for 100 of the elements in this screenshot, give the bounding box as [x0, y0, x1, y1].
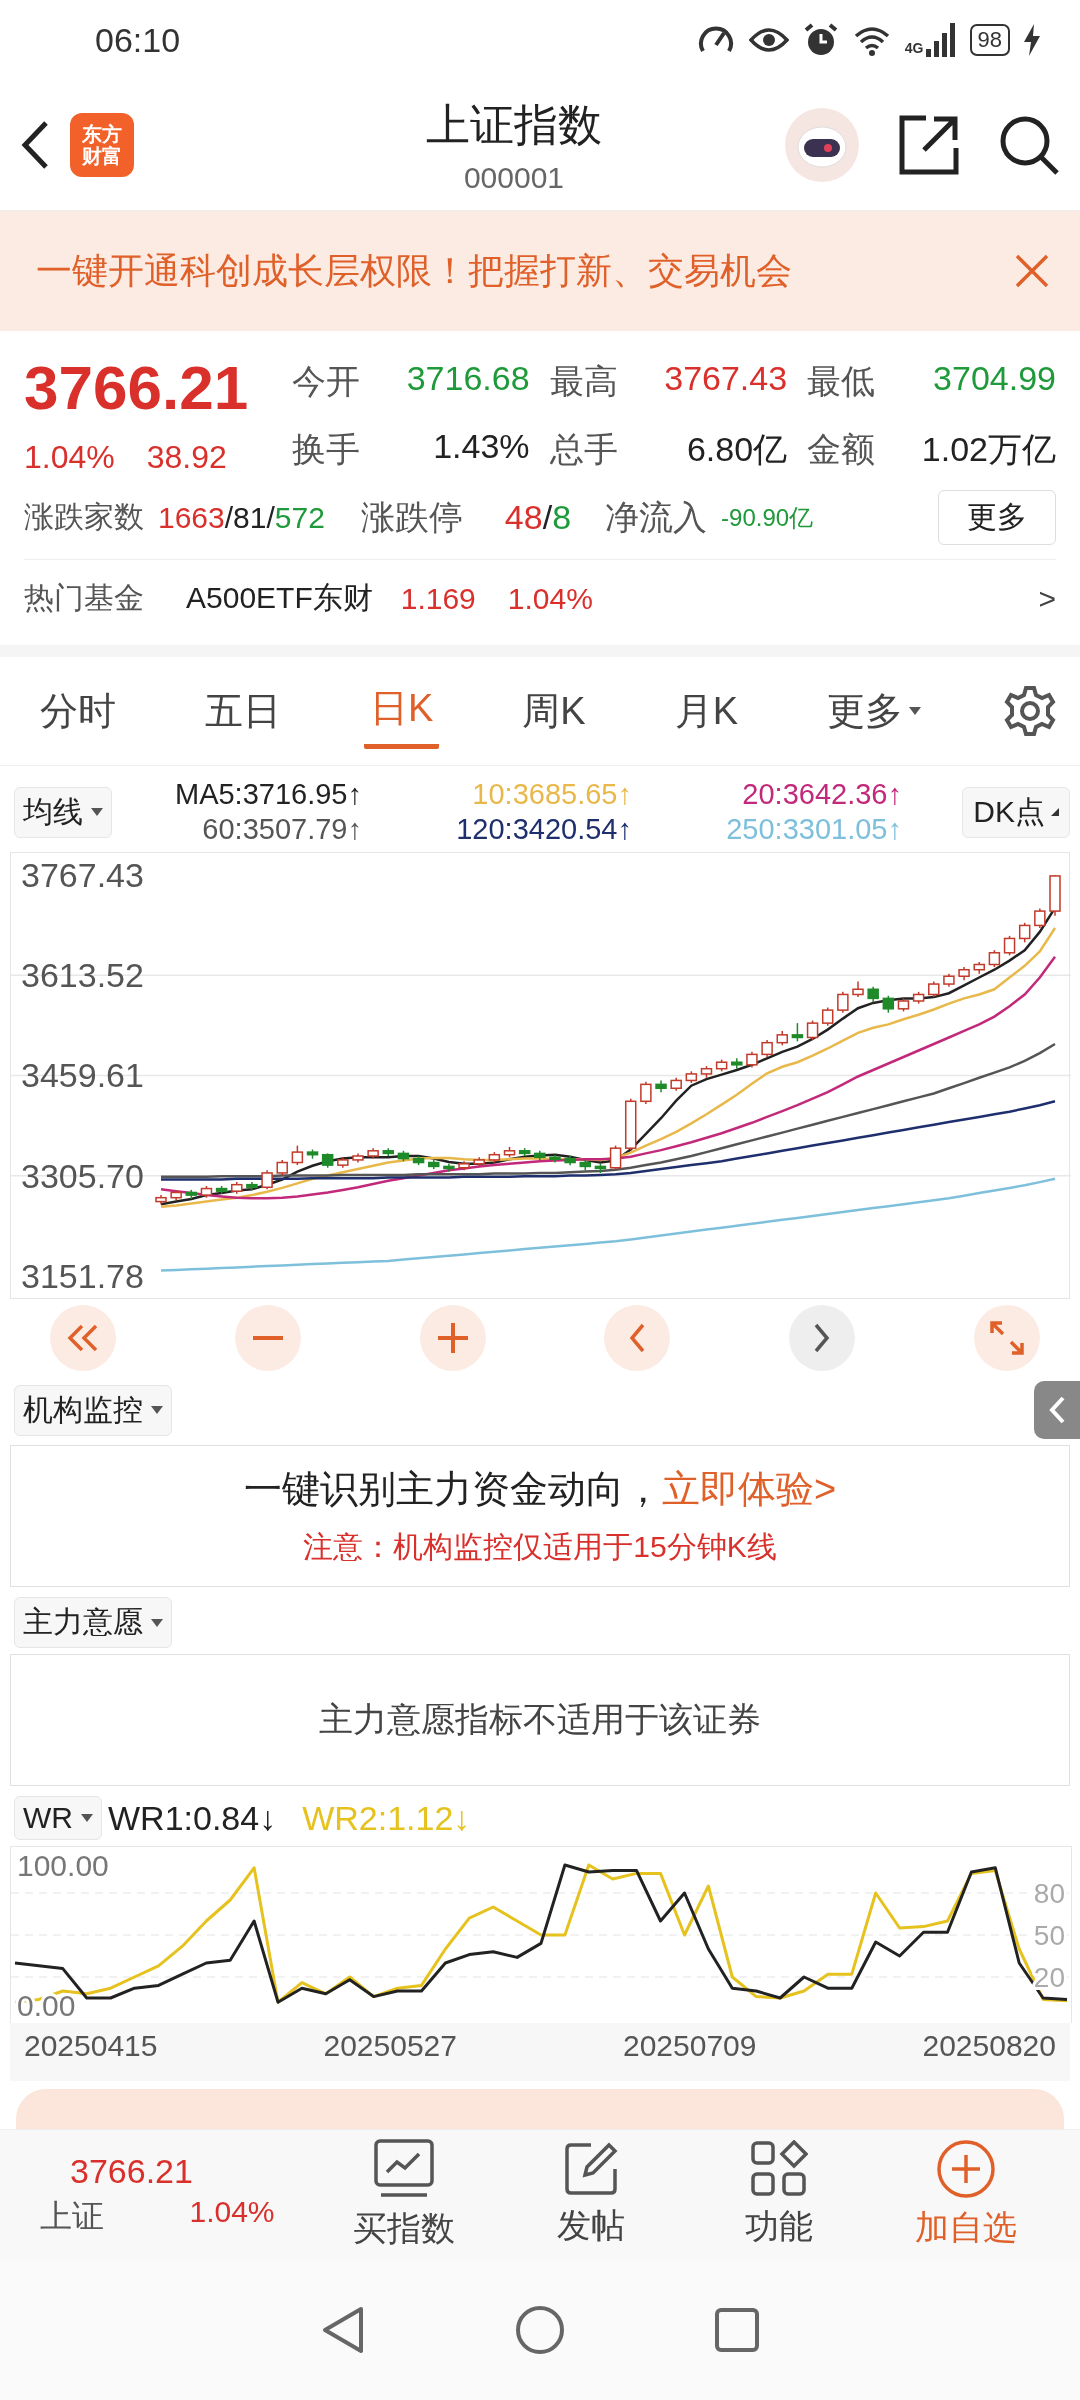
fund-arrow[interactable]: >: [1038, 581, 1056, 616]
date-label: 20250527: [323, 2029, 457, 2064]
stat-value: 3704.99: [933, 359, 1056, 399]
axis-label: 3613.52: [21, 956, 144, 995]
ma-value: 60:3507.79↑: [202, 813, 362, 847]
candlestick: [1034, 908, 1046, 930]
indicator-value: WR2:1.12↓: [302, 1798, 471, 1838]
candlestick: [1003, 935, 1016, 957]
axis-label: 0.00: [17, 1989, 76, 2023]
monitor-headline: 一键识别主力资金动向，立即体验>: [243, 1467, 837, 1513]
intent-selector[interactable]: 主力意愿: [14, 1597, 172, 1649]
edit-icon: [563, 2141, 620, 2198]
candlestick: [837, 991, 849, 1014]
stat-label: 最低: [807, 361, 876, 402]
apps-icon: [749, 2140, 808, 2199]
index-summary[interactable]: 3766.21 上证 1.04%: [40, 2151, 310, 2239]
period-tab[interactable]: 五日: [199, 675, 287, 747]
monitor-note: 注意：机构监控仅适用于15分钟K线: [303, 1529, 777, 1566]
stat-label: 总手: [549, 428, 618, 470]
stat-label: 金额: [807, 428, 876, 470]
back-icon[interactable]: [20, 120, 50, 170]
more-button[interactable]: 更多: [938, 490, 1056, 546]
settings-icon[interactable]: [1004, 685, 1056, 738]
stat-value: 3767.43: [664, 359, 788, 399]
add-icon: [936, 2139, 997, 2200]
period-tab[interactable]: 周K: [516, 675, 592, 747]
home-icon[interactable]: [515, 2305, 565, 2356]
indicator-value: WR1:0.84↓: [108, 1798, 277, 1838]
plus-icon: [437, 1323, 468, 1354]
recents-icon[interactable]: [715, 2308, 759, 2353]
axis-label: 50: [1033, 1920, 1065, 1952]
network-label: 4G: [904, 40, 924, 56]
ma-value: 250:3301.05↑: [726, 813, 902, 847]
toolbar-button[interactable]: 功能: [685, 2140, 873, 2251]
chevron-left-icon: [1049, 1396, 1065, 1425]
axis-label: 3767.43: [21, 856, 144, 895]
breadth-label: 涨跌家数: [24, 499, 144, 536]
caret-icon: [151, 1618, 163, 1627]
monitor-selector[interactable]: 机构监控: [14, 1384, 172, 1436]
limit-label: 涨跌停: [360, 496, 463, 538]
candlestick: [1018, 922, 1031, 944]
robot-avatar-icon[interactable]: [784, 107, 860, 183]
ma-selector[interactable]: 均线: [14, 786, 112, 838]
intent-message: 主力意愿指标不适用于该证券: [319, 1699, 761, 1741]
toolbar-button[interactable]: 买指数: [310, 2138, 498, 2253]
date-label: 20250415: [24, 2029, 158, 2064]
stat-label: 换手: [292, 428, 360, 470]
caret-icon: [91, 808, 103, 817]
inflow-label: 净流入: [605, 496, 708, 538]
dk-button[interactable]: DK点: [962, 786, 1070, 838]
fund-price: 1.169: [400, 581, 476, 616]
candlestick: [821, 1007, 834, 1027]
stat-value: 6.80亿: [686, 428, 788, 470]
share-icon[interactable]: [898, 114, 960, 176]
candlestick: [791, 1022, 804, 1043]
signal-icon: [925, 23, 956, 57]
try-now-link[interactable]: 立即体验>: [661, 1468, 837, 1511]
collapse-tab[interactable]: [1034, 1381, 1080, 1440]
stat-value: 3716.68: [406, 359, 530, 399]
charging-icon: [1024, 24, 1040, 56]
axis-label: 20: [1033, 1962, 1065, 1994]
indicator-selector[interactable]: WR: [14, 1796, 102, 1841]
ma-value: 120:3420.54↑: [456, 813, 632, 847]
breadth-value: 1663/81/572: [158, 500, 325, 535]
summary-price: 3766.21: [69, 2151, 194, 2191]
chevron-right-icon: [814, 1323, 831, 1354]
period-tab[interactable]: 更多: [821, 675, 927, 747]
period-tab[interactable]: 分时: [34, 675, 122, 747]
search-icon[interactable]: [998, 114, 1060, 176]
toolbar-button[interactable]: 发帖: [497, 2141, 685, 2250]
corner-triangle-icon: [1051, 808, 1059, 817]
date-label: 20250820: [922, 2029, 1056, 2064]
wifi-icon: [852, 24, 891, 56]
fund-change: 1.04%: [507, 581, 593, 616]
chevron-left-icon: [629, 1323, 646, 1354]
alarm-icon: [802, 22, 839, 58]
index-price: 3766.21: [24, 352, 250, 424]
summary-name: 上证: [40, 2196, 105, 2236]
axis-label: 100.00: [17, 1849, 109, 1883]
candlestick: [806, 1020, 819, 1042]
axis-label: 3459.61: [21, 1056, 144, 1095]
change-percent: 1.04%: [24, 439, 115, 477]
candlestick: [609, 1145, 622, 1171]
axis-label: 80: [1033, 1878, 1065, 1910]
date-label: 20250709: [623, 2029, 757, 2064]
candlestick: [640, 1081, 652, 1106]
period-tab[interactable]: 日K: [363, 673, 440, 750]
inflow-value: -90.90亿: [721, 502, 814, 533]
ma-value: 20:3642.36↑: [742, 778, 902, 812]
close-icon[interactable]: [1014, 253, 1050, 289]
candlestick: [261, 1169, 273, 1191]
page-title: 上证指数: [426, 98, 602, 151]
axis-label: 3151.78: [21, 1257, 144, 1296]
period-tab[interactable]: 月K: [668, 675, 744, 747]
fund-name[interactable]: A500ETF东财: [186, 578, 373, 620]
clock: 06:10: [95, 20, 181, 60]
ma-value: MA5:3716.95↑: [174, 778, 362, 812]
stat-label: 今开: [292, 361, 360, 402]
candlestick: [291, 1145, 304, 1167]
stock-code: 000001: [463, 160, 565, 195]
